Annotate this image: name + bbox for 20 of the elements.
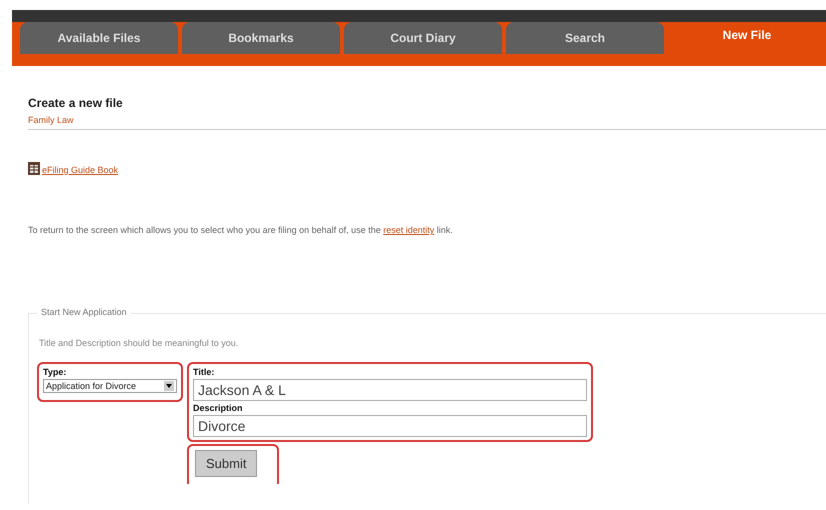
title-field[interactable]: Jackson A & L (193, 379, 587, 401)
panel-legend: Start New Application (37, 307, 131, 317)
reset-identity-link[interactable]: reset identity (383, 225, 434, 235)
caret-icon (164, 381, 174, 391)
description-label: Description (193, 403, 244, 413)
tab[interactable]: Search (506, 22, 664, 54)
notice-text: To return to the screen which allows you to select who you are filing on behalf of, use the reset identity link. (28, 225, 454, 235)
tab[interactable]: Court Diary (344, 22, 502, 54)
submit-button[interactable]: Submit (195, 450, 258, 477)
book-icon (28, 162, 40, 175)
description-field[interactable]: Divorce (193, 415, 587, 437)
page-subheading: Family Law (28, 115, 75, 125)
form-hint: Title and Description should be meaningful to you. (39, 338, 240, 348)
type-dropdown[interactable]: Application for Divorce (43, 379, 177, 393)
tab[interactable]: Available Files (20, 22, 178, 54)
title-label: Title: (193, 367, 216, 377)
guide-book-link[interactable]: eFiling Guide Book (42, 165, 118, 175)
page-heading: Create a new file (28, 96, 124, 110)
type-label: Type: (43, 367, 68, 377)
tab[interactable]: Bookmarks (182, 22, 340, 54)
